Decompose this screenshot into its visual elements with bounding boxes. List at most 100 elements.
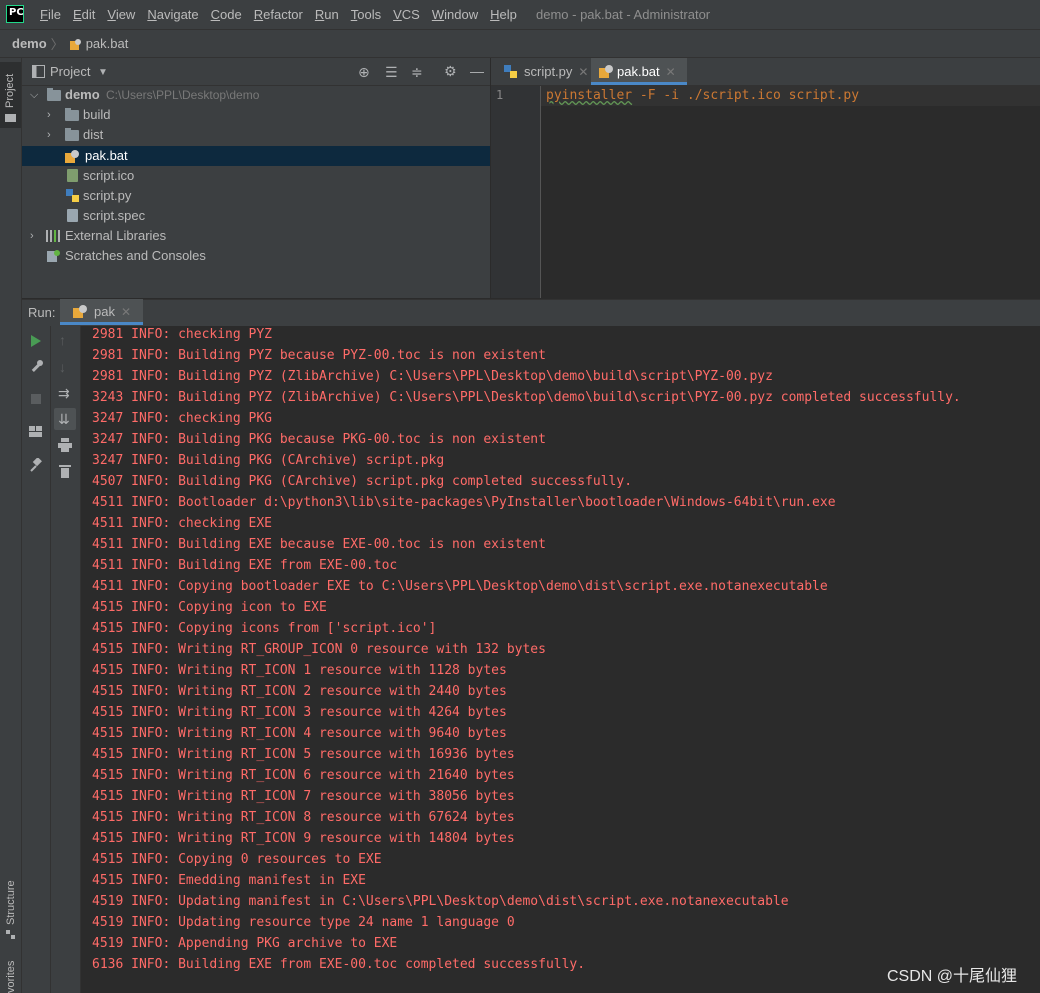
menu-vcs[interactable]: VCS [387, 0, 426, 29]
trash-icon[interactable] [59, 464, 71, 478]
run-panel-header [22, 299, 1040, 327]
code-arguments: -F -i ./script.ico script.py [632, 88, 860, 103]
console-line: 4515 INFO: Writing RT_ICON 2 resource wi… [92, 684, 507, 699]
breadcrumb-file[interactable]: pak.bat [86, 36, 129, 51]
collapse-all-icon[interactable]: ≑ [411, 64, 423, 80]
menu-edit[interactable]: Edit [67, 0, 101, 29]
console-line: 4515 INFO: Writing RT_ICON 8 resource wi… [92, 810, 515, 825]
tree-item-scratches[interactable]: Scratches and Consoles [22, 246, 490, 266]
library-icon [46, 230, 60, 242]
close-icon[interactable]: ✕ [121, 305, 131, 319]
console-line: 4515 INFO: Writing RT_ICON 7 resource wi… [92, 789, 515, 804]
breadcrumb-project[interactable]: demo [12, 36, 47, 51]
expand-all-icon[interactable]: ☰ [385, 64, 398, 80]
chevron-down-icon[interactable]: ▼ [98, 65, 108, 81]
menu-run[interactable]: Run [309, 0, 345, 29]
project-tool-button[interactable]: Project [0, 62, 21, 128]
close-icon[interactable]: ✕ [578, 65, 588, 79]
bat-file-icon [65, 150, 79, 163]
console-line: 2981 INFO: Building PYZ (ZlibArchive) C:… [92, 369, 773, 384]
tree-item-label: External Libraries [65, 228, 167, 243]
stop-icon[interactable] [30, 393, 42, 405]
tree-item-build[interactable]: › build [22, 105, 490, 125]
structure-tool-label: Structure [5, 880, 17, 925]
arrow-up-icon[interactable]: ↑ [59, 332, 66, 348]
console-output: 2981 INFO: checking PYZ 2981 INFO: Buildi… [92, 326, 961, 975]
folder-icon [65, 108, 79, 121]
chevron-down-icon[interactable]: ⌵ [30, 85, 38, 105]
run-tab-pak[interactable]: pak ✕ [60, 299, 144, 325]
tree-item-external-libraries[interactable]: › External Libraries [22, 226, 490, 246]
menu-navigate[interactable]: Navigate [141, 0, 204, 29]
chevron-right-icon[interactable]: › [47, 125, 51, 145]
chevron-right-icon[interactable]: › [30, 226, 34, 246]
run-tab-label: pak [94, 304, 115, 319]
menu-tools[interactable]: Tools [345, 0, 387, 29]
console-line: 4515 INFO: Emedding manifest in EXE [92, 873, 366, 888]
soft-wrap-icon[interactable]: ⇉ [58, 385, 70, 401]
layout-icon[interactable] [29, 426, 43, 438]
bat-file-icon [73, 305, 87, 318]
console-line: 4515 INFO: Writing RT_ICON 9 resource wi… [92, 831, 515, 846]
tree-item-script-ico[interactable]: script.ico [22, 166, 490, 186]
menu-help[interactable]: Help [484, 0, 523, 29]
structure-icon [6, 930, 15, 939]
menu-window[interactable]: Window [426, 0, 484, 29]
tree-item-script-spec[interactable]: script.spec [22, 206, 490, 226]
breadcrumb-separator: 〉 [50, 37, 64, 52]
console-line: 4519 INFO: Updating resource type 24 nam… [92, 915, 515, 930]
wrench-icon[interactable] [29, 360, 43, 374]
menu-view[interactable]: View [101, 0, 141, 29]
tree-item-script-py[interactable]: script.py [22, 186, 490, 206]
close-icon[interactable]: ✕ [666, 65, 676, 79]
breadcrumb: demo 〉 pak.bat [0, 30, 1040, 58]
watermark: CSDN @十尾仙狸 [887, 968, 1018, 985]
arrow-down-icon[interactable]: ↓ [59, 359, 66, 375]
console-line: 3243 INFO: Building PYZ (ZlibArchive) C:… [92, 390, 961, 405]
run-toolbar-secondary: ↑ ↓ ⇉ ⇊ [51, 326, 81, 993]
tree-item-label: Scratches and Consoles [65, 248, 206, 263]
menu-bar: File Edit View Navigate Code Refactor Run Tools… [34, 0, 523, 29]
gear-icon[interactable]: ⚙ [444, 63, 457, 79]
run-console[interactable]: 2981 INFO: checking PYZ 2981 INFO: Buildi… [81, 326, 1040, 993]
console-line: 4515 INFO: Writing RT_ICON 3 resource wi… [92, 705, 507, 720]
tree-item-dist[interactable]: › dist [22, 125, 490, 145]
console-line: 4515 INFO: Writing RT_ICON 4 resource wi… [92, 726, 507, 741]
image-file-icon [67, 169, 78, 182]
favorites-tool-button[interactable]: vorites [0, 955, 21, 993]
tree-item-label: script.spec [83, 208, 146, 223]
menu-code[interactable]: Code [205, 0, 248, 29]
console-line: 4511 INFO: Building EXE because EXE-00.t… [92, 537, 546, 552]
locate-target-icon[interactable]: ⊕ [358, 64, 370, 80]
console-line: 3247 INFO: Building PKG because PKG-00.t… [92, 432, 546, 447]
hide-panel-icon[interactable]: — [470, 63, 484, 79]
console-line: 4515 INFO: Copying 0 resources to EXE [92, 852, 382, 867]
console-line: 4511 INFO: Building EXE from EXE-00.toc [92, 558, 398, 573]
console-line: 6136 INFO: Building EXE from EXE-00.toc … [92, 957, 586, 972]
menu-refactor[interactable]: Refactor [248, 0, 309, 29]
tree-item-pak-bat[interactable]: pak.bat [22, 146, 490, 166]
tree-item-demo[interactable]: ⌵ demo C:\Users\PPL\Desktop\demo [22, 85, 490, 105]
chevron-right-icon[interactable]: › [47, 105, 51, 125]
project-panel-title[interactable]: Project [50, 64, 90, 79]
console-line: 3247 INFO: Building PKG (CArchive) scrip… [92, 453, 445, 468]
bat-file-icon [599, 65, 613, 78]
bat-file-icon [69, 38, 81, 50]
tree-item-label: dist [83, 127, 104, 142]
print-icon[interactable] [58, 438, 72, 452]
console-line: 4515 INFO: Writing RT_ICON 6 resource wi… [92, 768, 515, 783]
editor-gutter [491, 86, 541, 298]
pin-icon[interactable] [30, 458, 43, 472]
code-line[interactable]: pyinstaller -F -i ./script.ico script.py [546, 88, 859, 103]
console-line: 2981 INFO: Building PYZ because PYZ-00.t… [92, 348, 546, 363]
window-title: demo - pak.bat - Administrator [536, 7, 711, 22]
structure-tool-button[interactable]: Structure [0, 870, 21, 940]
left-tool-strip [0, 58, 22, 993]
tab-pak-bat[interactable]: pak.bat ✕ [591, 58, 687, 85]
menu-file[interactable]: File [34, 0, 67, 29]
rerun-icon[interactable] [30, 335, 42, 347]
pycharm-logo-icon: PC [6, 5, 24, 23]
scroll-to-end-button[interactable]: ⇊ [54, 408, 76, 430]
console-line: 4519 INFO: Updating manifest in C:\Users… [92, 894, 789, 909]
console-line: 4511 INFO: Copying bootloader EXE to C:\… [92, 579, 828, 594]
